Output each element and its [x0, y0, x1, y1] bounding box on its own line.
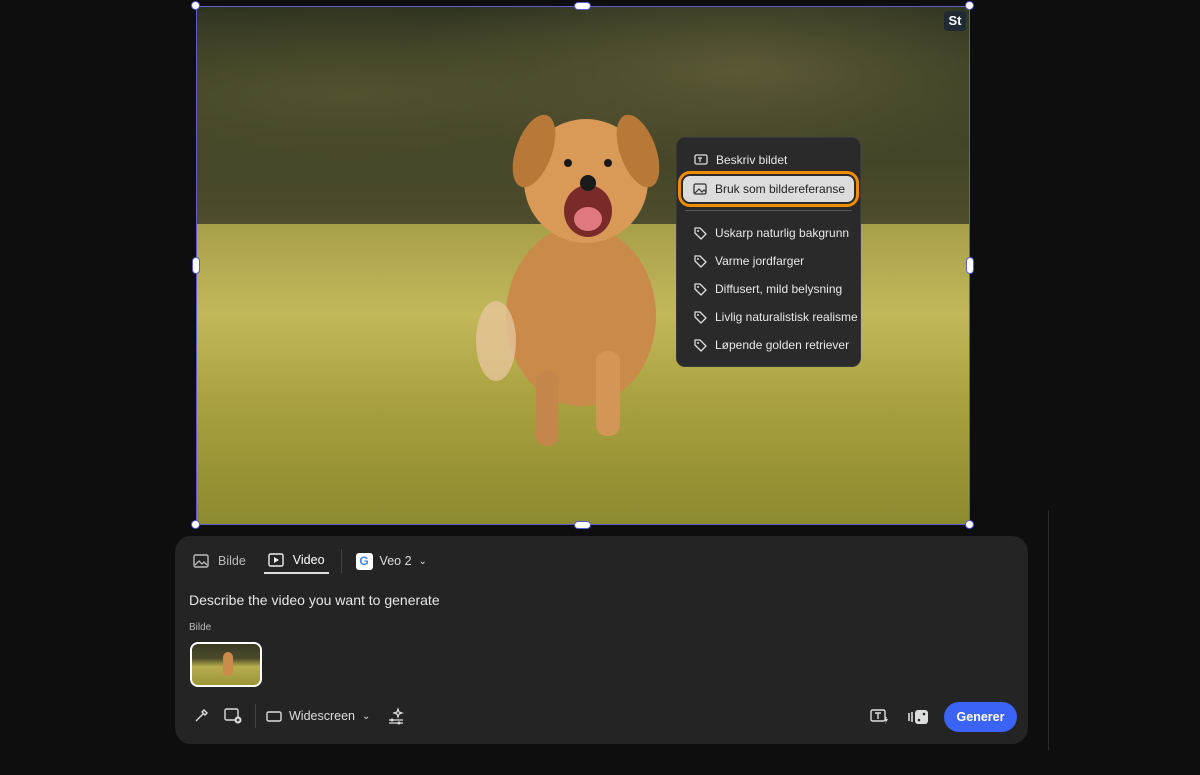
- divider: [340, 549, 342, 573]
- generate-button[interactable]: Generer: [944, 702, 1017, 732]
- tab-label: Video: [292, 553, 325, 567]
- menu-item-tag[interactable]: Løpende golden retriever: [677, 331, 860, 359]
- chevron-down-icon: ⌄: [362, 710, 371, 722]
- dog-image: [476, 114, 660, 446]
- aspect-label: Widescreen: [289, 709, 355, 723]
- menu-item-label: Varme jordfarger: [715, 254, 805, 268]
- widescreen-icon: [266, 710, 282, 722]
- image-icon: [193, 554, 209, 568]
- resize-handle[interactable]: [574, 2, 591, 10]
- effects-settings-icon[interactable]: [384, 704, 408, 728]
- add-image-icon[interactable]: [221, 704, 245, 728]
- divider: [255, 704, 256, 728]
- menu-item-label: Uskarp naturlig bakgrunn: [715, 226, 850, 240]
- menu-item-label: Diffusert, mild belysning: [715, 282, 843, 296]
- context-menu: Beskriv bildet Bruk som bildereferanse U…: [676, 137, 861, 367]
- resize-handle[interactable]: [574, 521, 591, 529]
- aspect-ratio-dropdown[interactable]: Widescreen ⌄: [266, 709, 370, 723]
- tag-icon: [694, 282, 707, 296]
- tag-icon: [694, 226, 707, 240]
- menu-item-tag[interactable]: Uskarp naturlig bakgrunn: [677, 219, 860, 247]
- menu-separator: [685, 210, 852, 211]
- resize-handle[interactable]: [966, 257, 974, 274]
- video-icon: [268, 553, 284, 567]
- model-label: Veo 2: [379, 554, 412, 568]
- dog-thumbnail-shape: [223, 652, 233, 676]
- resize-handle[interactable]: [191, 520, 200, 529]
- resize-handle[interactable]: [191, 1, 200, 10]
- describe-image-icon: [694, 154, 708, 165]
- google-logo-icon: G: [355, 552, 373, 570]
- prompt-panel: Bilde Video G Veo 2 ⌄ Describe the video…: [175, 536, 1028, 744]
- tab-video[interactable]: Video: [263, 548, 329, 574]
- menu-item-use-as-reference[interactable]: Bruk som bildereferanse: [678, 171, 859, 207]
- tab-image[interactable]: Bilde: [189, 548, 250, 574]
- reference-image-thumbnail[interactable]: [190, 642, 262, 687]
- image-reference-label: Bilde: [189, 622, 212, 633]
- tag-icon: [694, 310, 707, 324]
- chevron-down-icon: ⌄: [418, 555, 427, 567]
- menu-item-label: Løpende golden retriever: [715, 338, 850, 352]
- prompt-input[interactable]: Describe the video you want to generate: [189, 592, 440, 608]
- text-effects-icon[interactable]: [868, 705, 892, 729]
- menu-item-tag[interactable]: Livlig naturalistisk realisme: [677, 303, 860, 331]
- stock-badge[interactable]: St: [944, 11, 966, 31]
- menu-item-tag[interactable]: Diffusert, mild belysning: [677, 275, 860, 303]
- model-dropdown[interactable]: G Veo 2 ⌄: [352, 548, 431, 574]
- eyedropper-icon[interactable]: [189, 704, 213, 728]
- menu-item-label: Livlig naturalistisk realisme: [715, 310, 858, 324]
- resize-handle[interactable]: [965, 520, 974, 529]
- tab-label: Bilde: [218, 554, 246, 568]
- menu-item-label: Beskriv bildet: [716, 153, 788, 167]
- tag-icon: [694, 338, 707, 352]
- resize-handle[interactable]: [965, 1, 974, 10]
- image-icon: [693, 183, 707, 195]
- resize-handle[interactable]: [192, 257, 200, 274]
- tag-icon: [694, 254, 707, 268]
- divider: [1048, 510, 1049, 750]
- menu-item-describe[interactable]: Beskriv bildet: [677, 146, 860, 174]
- menu-item-tag[interactable]: Varme jordfarger: [677, 247, 860, 275]
- randomize-dice-icon[interactable]: [906, 705, 930, 729]
- menu-item-label: Bruk som bildereferanse: [715, 182, 846, 196]
